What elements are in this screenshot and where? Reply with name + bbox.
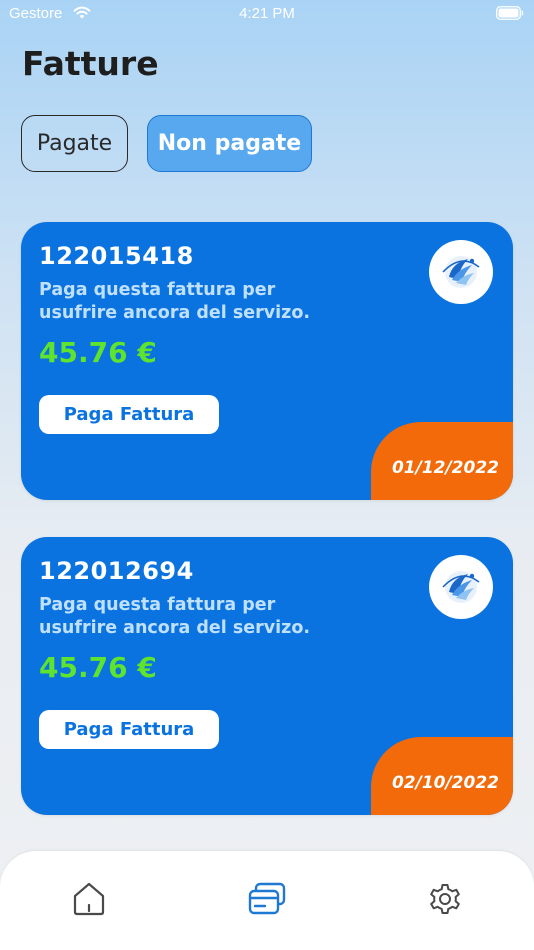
nav-home[interactable] xyxy=(67,877,111,921)
company-logo-icon xyxy=(429,240,493,304)
tab-unpaid[interactable]: Non pagate xyxy=(147,115,312,172)
nav-bills[interactable] xyxy=(245,877,289,921)
bills-icon xyxy=(248,882,286,915)
tab-paid[interactable]: Pagate xyxy=(21,115,128,172)
pay-invoice-button[interactable]: Paga Fattura xyxy=(39,710,219,749)
battery-icon xyxy=(496,6,524,20)
bottom-nav xyxy=(0,851,534,950)
invoice-message: Paga questa fattura per usufrire ancora … xyxy=(39,595,311,638)
clock: 4:21 PM xyxy=(239,5,295,22)
invoice-number: 122015418 xyxy=(39,242,194,270)
invoice-date: 02/10/2022 xyxy=(391,773,499,793)
page-title: Fatture xyxy=(22,44,159,83)
invoice-card[interactable]: 122015418 Paga questa fattura per usufri… xyxy=(21,222,513,500)
status-bar: Gestore 4:21 PM xyxy=(0,0,534,28)
settings-icon xyxy=(430,884,460,914)
company-logo-icon xyxy=(429,555,493,619)
invoice-number: 122012694 xyxy=(39,557,194,585)
invoice-amount: 45.76 € xyxy=(39,651,157,684)
pay-invoice-button[interactable]: Paga Fattura xyxy=(39,395,219,434)
invoice-card[interactable]: 122012694 Paga questa fattura per usufri… xyxy=(21,537,513,815)
nav-settings[interactable] xyxy=(423,877,467,921)
invoice-date: 01/12/2022 xyxy=(391,458,499,478)
home-icon xyxy=(73,882,105,916)
invoice-amount: 45.76 € xyxy=(39,336,157,369)
invoice-message: Paga questa fattura per usufrire ancora … xyxy=(39,280,311,323)
